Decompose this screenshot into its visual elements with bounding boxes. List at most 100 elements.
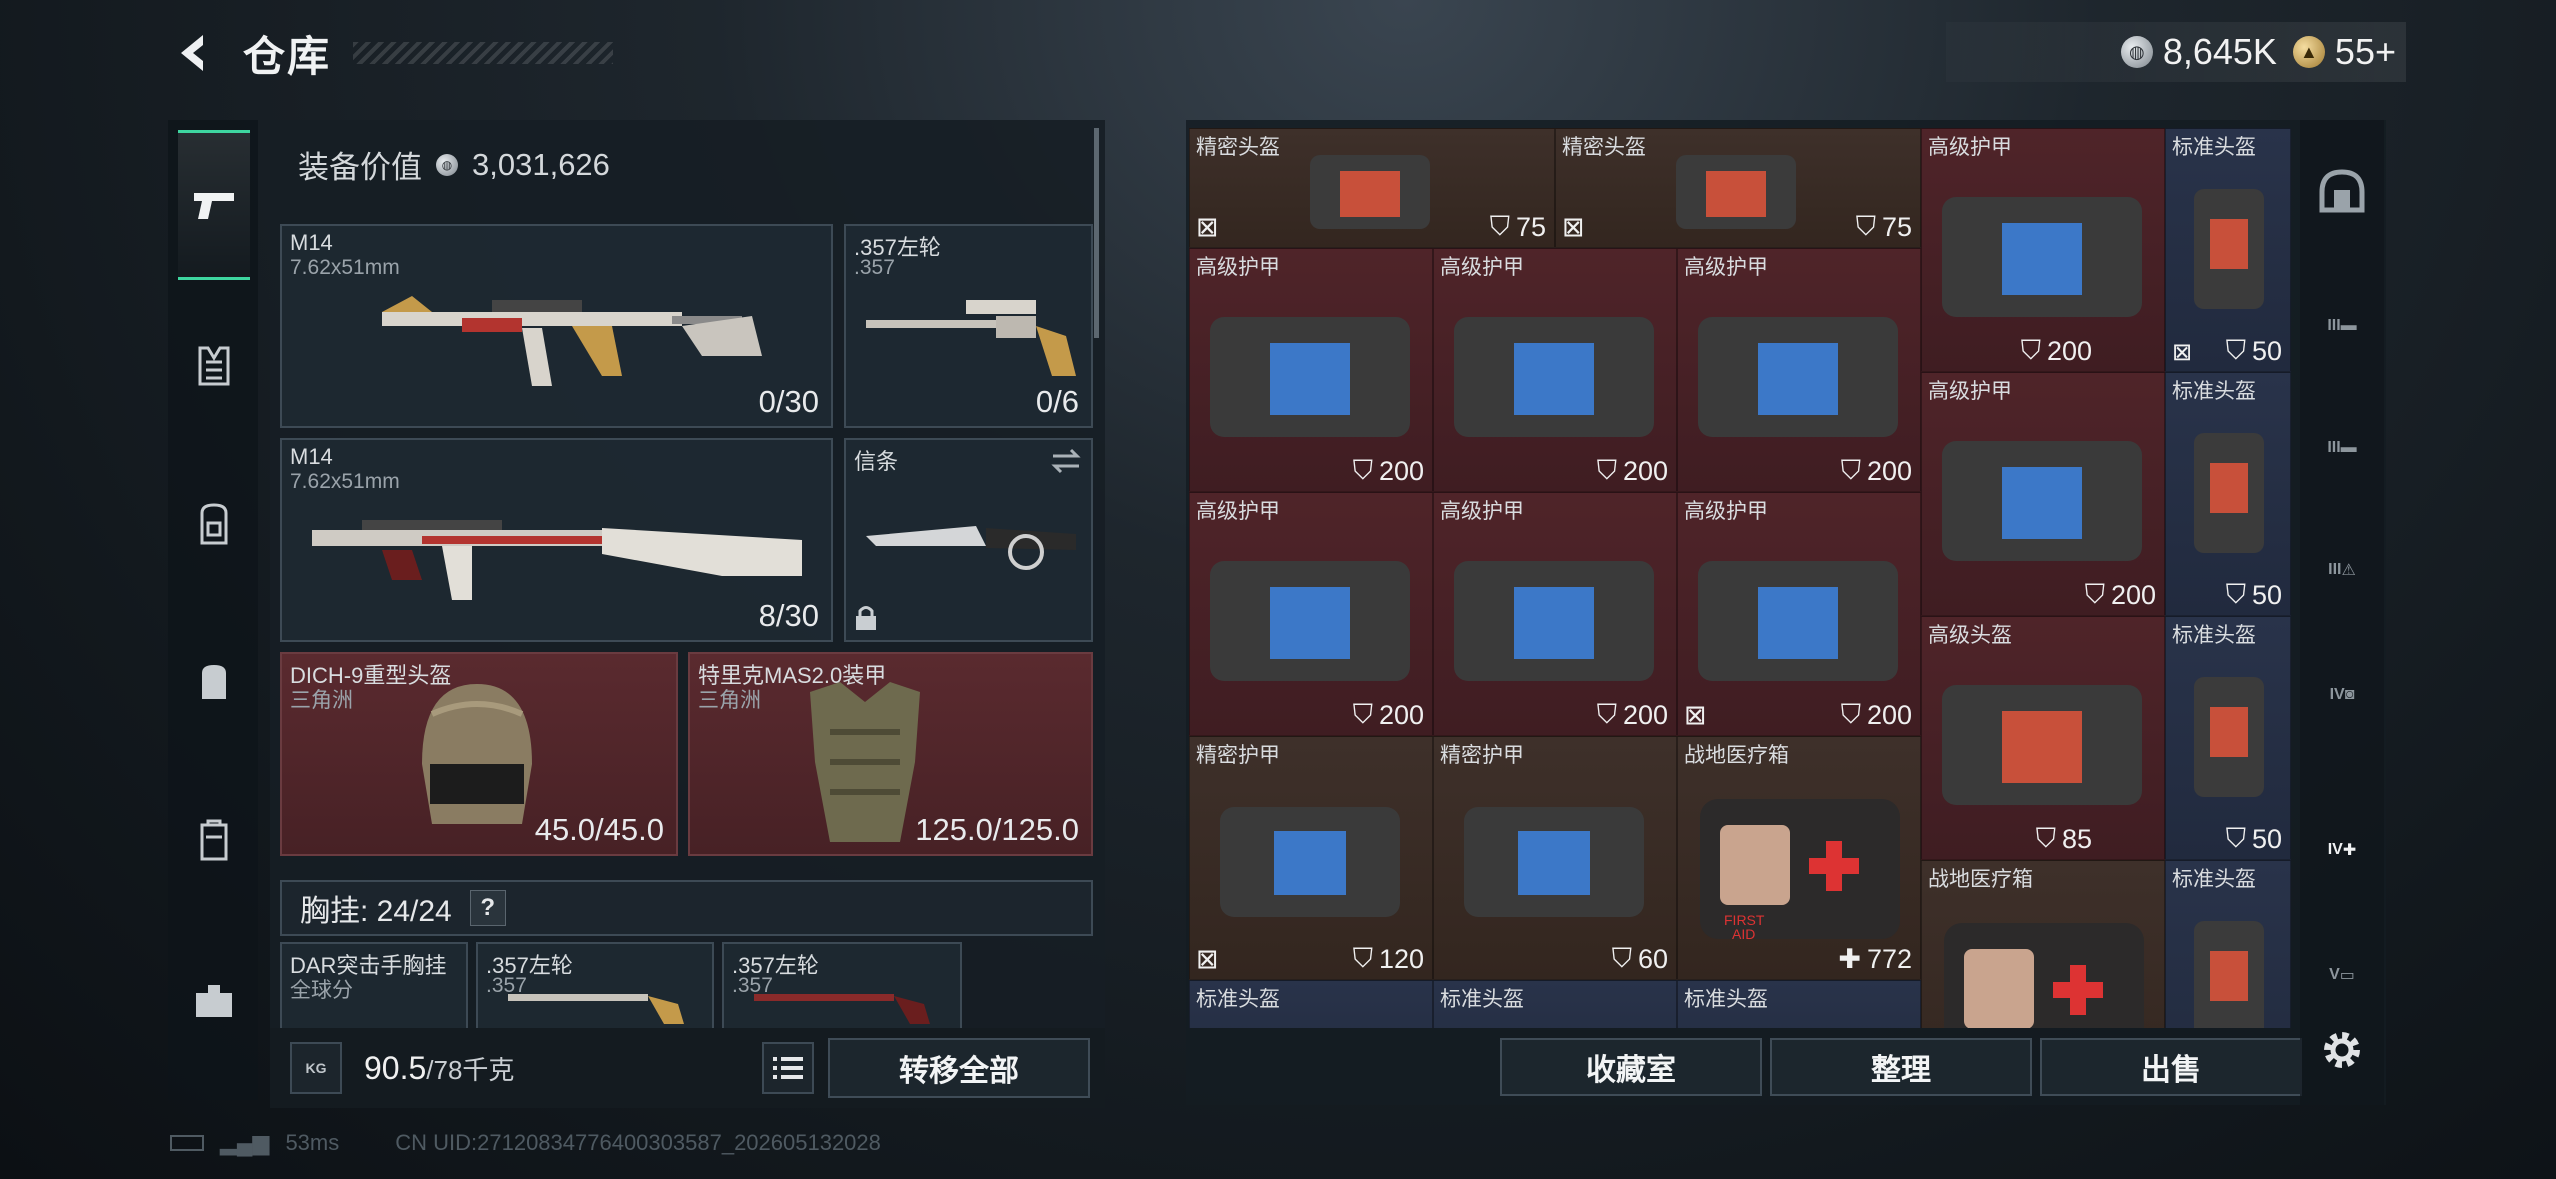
sort-button[interactable]: 整理 — [1770, 1038, 2032, 1096]
tab-container[interactable] — [178, 805, 250, 877]
tab-pouch[interactable] — [178, 645, 250, 717]
armor-bag-icon — [1210, 317, 1410, 437]
primary-weapon-slot[interactable]: M14 7.62x51mm 0/30 — [280, 224, 833, 428]
tier-label: IV — [2327, 841, 2343, 858]
shield-icon: ⛉ — [2225, 823, 2246, 853]
filter-tier-3b[interactable]: III ▬ — [2312, 418, 2372, 478]
tier-label: III — [2327, 317, 2341, 334]
stash-item-standard-helmet[interactable]: 标准头盔 — [1189, 980, 1433, 1028]
list-view-button[interactable] — [762, 1042, 814, 1094]
plus-icon: ✚ — [1838, 944, 1861, 974]
shield-icon: ⛉ — [1352, 455, 1373, 485]
item-armor-stat: ⛉ 85 — [2036, 823, 2092, 855]
item-name: 标准头盔 — [2172, 624, 2256, 647]
stash-item-precision-helmet[interactable]: 精密头盔 ⊠ ⛉ 75 — [1189, 128, 1555, 248]
item-armor-stat: ⛉ 200 — [1841, 455, 1912, 487]
stash-item-standard-helmet[interactable]: 标准头盔 — [1433, 980, 1677, 1028]
rig-item[interactable]: .357左轮 .357 — [722, 942, 962, 1042]
item-name: 高级护甲 — [1928, 136, 2012, 159]
loadout-panel: 装备价值 ◍ 3,031,626 M14 7.62x51mm 0/30 .357… — [270, 120, 1105, 1105]
filter-tier-3a[interactable]: III ▬ — [2312, 296, 2372, 356]
revolver-icon — [508, 994, 684, 1024]
armor-bag-icon — [1464, 807, 1644, 917]
silver-coin-icon: ◍ — [436, 153, 458, 176]
box-icon: ▭ — [2339, 967, 2355, 984]
stash-item-advanced-armor[interactable]: 高级护甲 ⊠ ⛉ 200 — [1677, 492, 1921, 736]
currency-bar: ◍ 8,645K ▲ 55+ — [1946, 22, 2406, 82]
shield-icon: ⛉ — [1840, 699, 1861, 729]
armor-bag-icon — [1698, 317, 1898, 437]
item-armor-value: 200 — [1622, 455, 1668, 486]
filter-tier-4a[interactable]: IV ◙ — [2312, 665, 2372, 725]
bag-icon — [202, 665, 226, 699]
stash-item-advanced-armor[interactable]: 高级护甲 ⛉ 200 — [1921, 128, 2165, 372]
secondary-weapon-slot[interactable]: .357左轮 .357 0/6 — [844, 224, 1093, 428]
item-armor-stat: ⛉ 50 — [2226, 579, 2282, 611]
stash-item-standard-helmet[interactable]: 标准头盔 — [2165, 860, 2291, 1028]
helmet-case-icon — [2194, 677, 2264, 797]
stash-item-advanced-armor[interactable]: 高级护甲 ⛉ 200 — [1189, 248, 1433, 492]
secondary-rifle-slot[interactable]: M14 7.62x51mm 8/30 — [280, 438, 833, 642]
shield-icon: ⛉ — [1352, 943, 1373, 973]
item-armor-value: 200 — [1866, 455, 1912, 486]
stash-item-advanced-armor[interactable]: 高级护甲 ⛉ 200 — [1189, 492, 1433, 736]
tab-backpack[interactable] — [178, 488, 250, 560]
stash-item-medkit[interactable]: 战地医疗箱 FIRST AID ✚ 772 — [1677, 736, 1921, 980]
settings-button[interactable] — [2312, 1020, 2372, 1080]
tier-label: III — [2328, 561, 2342, 578]
helmet-slot[interactable]: DICH-9重型头盔 三角洲 45.0/45.0 — [280, 652, 678, 856]
back-button[interactable] — [165, 23, 225, 83]
help-button[interactable]: ? — [469, 890, 506, 926]
currency-silver[interactable]: ◍ 8,645K — [2120, 31, 2277, 73]
stash-item-advanced-helmet[interactable]: 高级头盔 ⛉ 85 — [1921, 616, 2165, 860]
battery-icon — [170, 1135, 204, 1151]
stash-item-precision-armor[interactable]: 精密护甲 ⊠ ⛉ 120 — [1189, 736, 1433, 980]
stash-item-advanced-armor[interactable]: 高级护甲 ⛉ 200 — [1433, 248, 1677, 492]
rig-item[interactable]: DAR突击手胸挂 全球分 — [280, 942, 468, 1042]
transfer-all-button[interactable]: 转移全部 — [828, 1038, 1090, 1098]
filter-all[interactable] — [2312, 162, 2372, 222]
item-name: 标准头盔 — [2172, 868, 2256, 891]
rig-item[interactable]: .357左轮 .357 — [476, 942, 714, 1042]
collection-room-button[interactable]: 收藏室 — [1500, 1038, 1762, 1096]
armor-bag-icon — [1942, 441, 2142, 561]
tab-weapons[interactable] — [178, 130, 250, 280]
sell-button[interactable]: 出售 — [2040, 1038, 2302, 1096]
item-name: 高级护甲 — [1196, 256, 1280, 279]
stash-item-precision-armor[interactable]: 精密护甲 ⛉ 60 — [1433, 736, 1677, 980]
slot-item-name: 信条 — [854, 449, 899, 474]
helmet-case-icon — [2194, 189, 2264, 309]
weight-icon: KG — [290, 1042, 342, 1094]
item-armor-stat: ⛉ 200 — [1353, 699, 1424, 731]
stash-item-standard-helmet[interactable]: 标准头盔 ⛉ 50 — [2165, 372, 2291, 616]
stash-item-precision-helmet[interactable]: 精密头盔 ⊠ ⛉ 75 — [1555, 128, 1921, 248]
shield-icon: ⛉ — [1611, 943, 1632, 973]
stash-item-standard-helmet[interactable]: 标准头盔 ⛉ 50 — [2165, 616, 2291, 860]
filter-tier-5[interactable]: V ▭ — [2312, 945, 2372, 1005]
filter-tier-3c[interactable]: III ⚠ — [2312, 540, 2372, 600]
currency-gold[interactable]: ▲ 55+ — [2292, 31, 2396, 73]
medkit-plus-icon: ✚ — [2342, 842, 2357, 859]
tab-chest-rig[interactable] — [178, 330, 250, 402]
stash-item-standard-helmet[interactable]: 标准头盔 — [1677, 980, 1921, 1028]
stash-item-advanced-armor[interactable]: 高级护甲 ⛉ 200 — [1921, 372, 2165, 616]
slot-item-name: M14 — [290, 444, 333, 469]
swap-icon[interactable] — [1049, 446, 1083, 476]
item-armor-stat: ⛉ 120 — [1353, 943, 1424, 975]
stash-item-advanced-armor[interactable]: 高级护甲 ⛉ 200 — [1433, 492, 1677, 736]
item-armor-value: 50 — [2251, 823, 2282, 854]
stash-item-standard-helmet[interactable]: 标准头盔 ⊠ ⛉ 50 — [2165, 128, 2291, 372]
item-armor-value: 50 — [2251, 579, 2282, 610]
armor-slot[interactable]: 特里克MAS2.0装甲 三角洲 125.0/125.0 — [688, 652, 1093, 856]
item-name: 高级护甲 — [1684, 256, 1768, 279]
tab-toolbox[interactable] — [178, 965, 250, 1037]
item-heal-stat: ✚ 772 — [1838, 944, 1912, 975]
scrollbar[interactable] — [1094, 128, 1099, 338]
rifle-small-icon: ▬ — [2340, 439, 2357, 456]
stash-item-medkit[interactable]: 战地医疗箱 — [1921, 860, 2165, 1028]
helmet-bag-icon — [1942, 685, 2142, 805]
filter-tier-4b[interactable]: IV ✚ — [2312, 820, 2372, 880]
melee-slot[interactable]: 信条 — [844, 438, 1093, 642]
stash-item-advanced-armor[interactable]: 高级护甲 ⛉ 200 — [1677, 248, 1921, 492]
status-line: ▂▄▆ 53ms CN UID:2712083477640030358​7_20… — [170, 1130, 881, 1156]
